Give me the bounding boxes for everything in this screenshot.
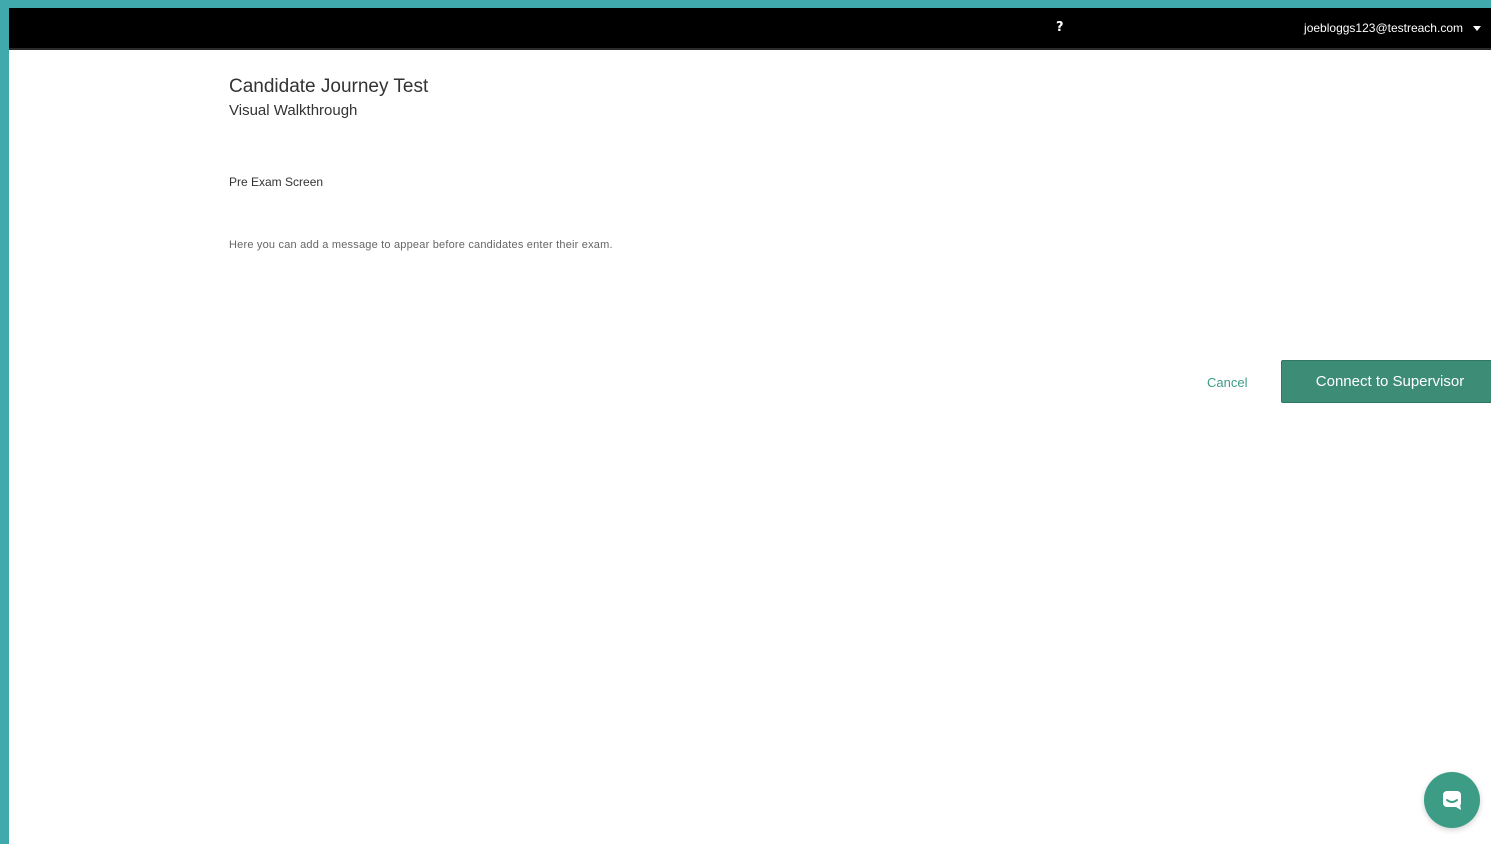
connect-to-supervisor-button[interactable]: Connect to Supervisor xyxy=(1281,360,1491,403)
cancel-link[interactable]: Cancel xyxy=(1207,375,1247,390)
pre-exam-message: Here you can add a message to appear bef… xyxy=(229,239,613,251)
app-window: ? joebloggs123@testreach.com Candidate J… xyxy=(9,8,1491,844)
top-nav-bar: ? joebloggs123@testreach.com xyxy=(9,8,1491,50)
main-content: Candidate Journey Test Visual Walkthroug… xyxy=(229,74,1491,403)
section-heading: Pre Exam Screen xyxy=(229,175,324,189)
help-icon[interactable]: ? xyxy=(1056,20,1064,36)
page-title: Candidate Journey Test xyxy=(229,76,429,97)
chat-launcher-button[interactable] xyxy=(1424,772,1480,828)
chevron-down-icon xyxy=(1473,25,1481,31)
user-menu[interactable]: joebloggs123@testreach.com xyxy=(1304,20,1481,36)
user-email: joebloggs123@testreach.com xyxy=(1304,21,1463,35)
page-subtitle: Visual Walkthrough xyxy=(229,102,358,119)
chat-icon xyxy=(1443,791,1461,810)
